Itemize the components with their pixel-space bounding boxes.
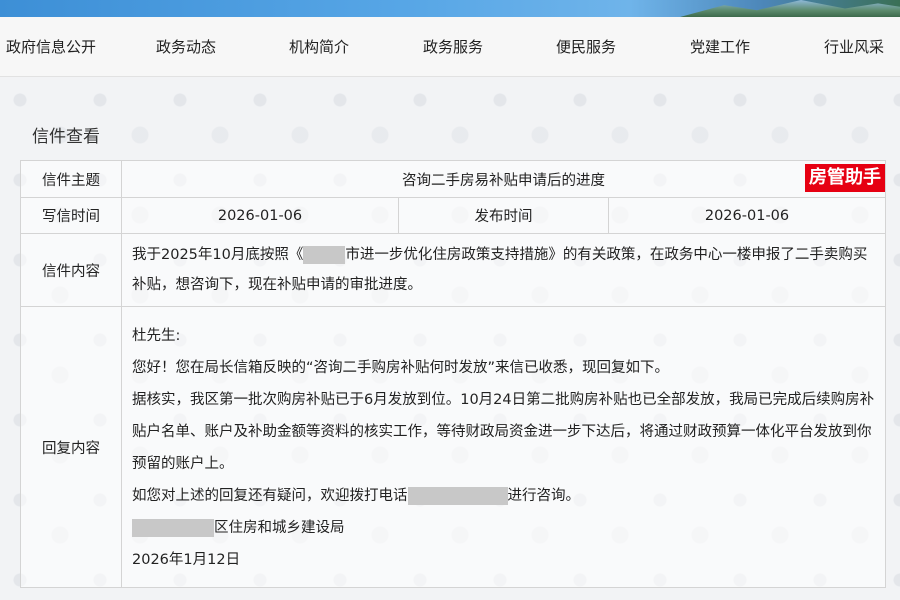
section-title: 信件查看 <box>32 127 100 147</box>
write-time-label: 写信时间 <box>20 197 122 234</box>
main-nav: 政府信息公开 政务动态 机构简介 政务服务 便民服务 党建工作 行业风采 <box>0 17 900 77</box>
nav-item-gov-news[interactable]: 政务动态 <box>156 17 216 77</box>
reply-para3-part2: 进行咨询。 <box>507 488 581 504</box>
subject-text: 咨询二手房易补贴申请后的进度 <box>402 172 605 189</box>
content-row: 信件内容 我于2025年10月底按照《 市进一步优化住房政策支持措施》的有关政策，… <box>20 233 886 307</box>
nav-item-party-building[interactable]: 党建工作 <box>690 17 750 77</box>
redacted-city <box>303 246 346 264</box>
nav-item-public-service[interactable]: 便民服务 <box>556 17 616 77</box>
reply-content: 杜先生: 您好！您在局长信箱反映的“咨询二手购房补贴何时发放”来信已收悉，现回复… <box>122 312 885 582</box>
reply-label: 回复内容 <box>20 306 122 588</box>
reply-para3-part1: 如您对上述的回复还有疑问，欢迎拨打电话 <box>132 488 408 504</box>
reply-signature-text: 区住房和城乡建设局 <box>214 520 345 536</box>
reply-salutation: 杜先生: <box>132 328 181 344</box>
redacted-phone <box>407 487 508 505</box>
nav-item-gov-service[interactable]: 政务服务 <box>423 17 483 77</box>
write-time-value: 2026-01-06 <box>121 197 399 234</box>
publish-time-value: 2026-01-06 <box>608 197 886 234</box>
letter-content: 我于2025年10月底按照《 市进一步优化住房政策支持措施》的有关政策，在政务中心… <box>122 234 885 306</box>
reply-para3: 如您对上述的回复还有疑问，欢迎拨打电话 进行咨询。 <box>132 480 875 512</box>
publish-time-label: 发布时间 <box>398 197 609 234</box>
nav-item-about[interactable]: 机构简介 <box>289 17 349 77</box>
subject-row: 信件主题 咨询二手房易补贴申请后的进度 房管助手 <box>20 160 886 198</box>
reply-para1: 您好！您在局长信箱反映的“咨询二手购房补贴何时发放”来信已收悉，现回复如下。 <box>132 360 670 376</box>
housing-assistant-badge: 房管助手 <box>805 164 885 192</box>
banner-landscape <box>680 0 900 17</box>
header-banner <box>0 0 900 17</box>
redacted-district <box>132 519 214 537</box>
nav-item-gov-info[interactable]: 政府信息公开 <box>6 17 96 77</box>
reply-row: 回复内容 杜先生: 您好！您在局长信箱反映的“咨询二手购房补贴何时发放”来信已收… <box>20 306 886 588</box>
subject-cell: 咨询二手房易补贴申请后的进度 房管助手 <box>121 160 886 198</box>
letter-table: 信件主题 咨询二手房易补贴申请后的进度 房管助手 写信时间 2026-01-06… <box>20 160 886 588</box>
subject-label: 信件主题 <box>20 160 122 198</box>
time-row: 写信时间 2026-01-06 发布时间 2026-01-06 <box>20 197 886 234</box>
content-text-part1: 我于2025年10月底按照《 <box>132 247 304 263</box>
reply-cell: 杜先生: 您好！您在局长信箱反映的“咨询二手购房补贴何时发放”来信已收悉，现回复… <box>121 306 886 588</box>
reply-date: 2026年1月12日 <box>132 552 241 568</box>
content-cell: 我于2025年10月底按照《 市进一步优化住房政策支持措施》的有关政策，在政务中心… <box>121 233 886 307</box>
reply-para2: 据核实，我区第一批次购房补贴已于6月发放到位。10月24日第二批购房补贴也已全部… <box>132 392 875 472</box>
content-label: 信件内容 <box>20 233 122 307</box>
nav-item-industry[interactable]: 行业风采 <box>824 17 884 77</box>
reply-signature: 区住房和城乡建设局 <box>132 512 875 544</box>
